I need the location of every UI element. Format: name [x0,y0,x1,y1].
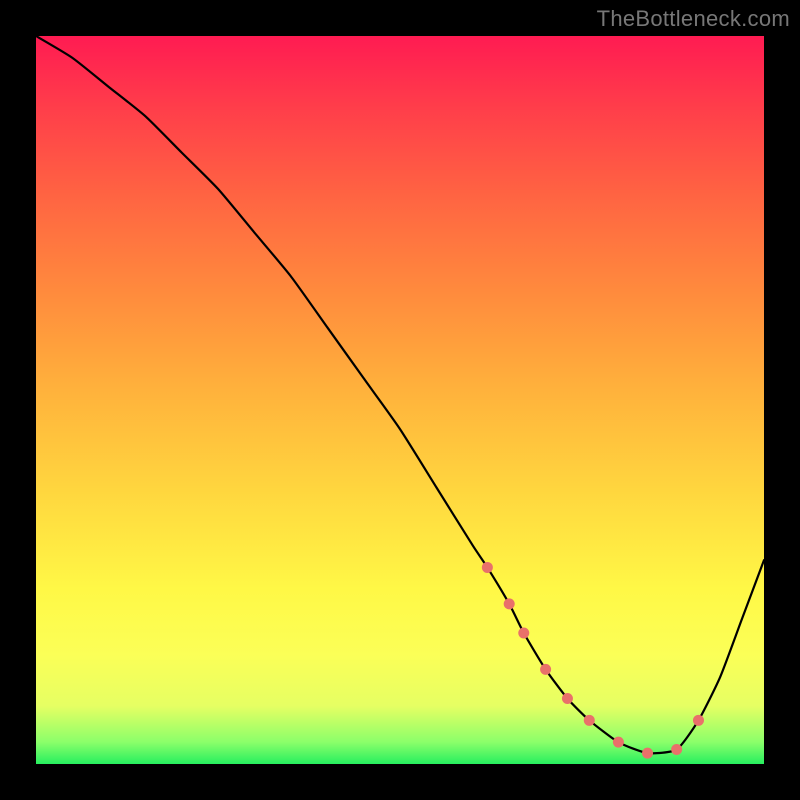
highlight-dot [693,715,704,726]
highlight-dot [671,744,682,755]
highlight-dot [613,737,624,748]
highlight-dot [540,664,551,675]
highlight-dot [584,715,595,726]
highlight-dot [482,562,493,573]
highlight-dot [562,693,573,704]
highlight-dot [518,627,529,638]
highlight-dot [642,748,653,759]
chart-area [36,36,764,764]
plot-svg [36,36,764,764]
watermark-text: TheBottleneck.com [597,6,790,32]
highlighted-range-dots [482,562,704,759]
highlight-dot [504,598,515,609]
bottleneck-curve [36,36,764,753]
